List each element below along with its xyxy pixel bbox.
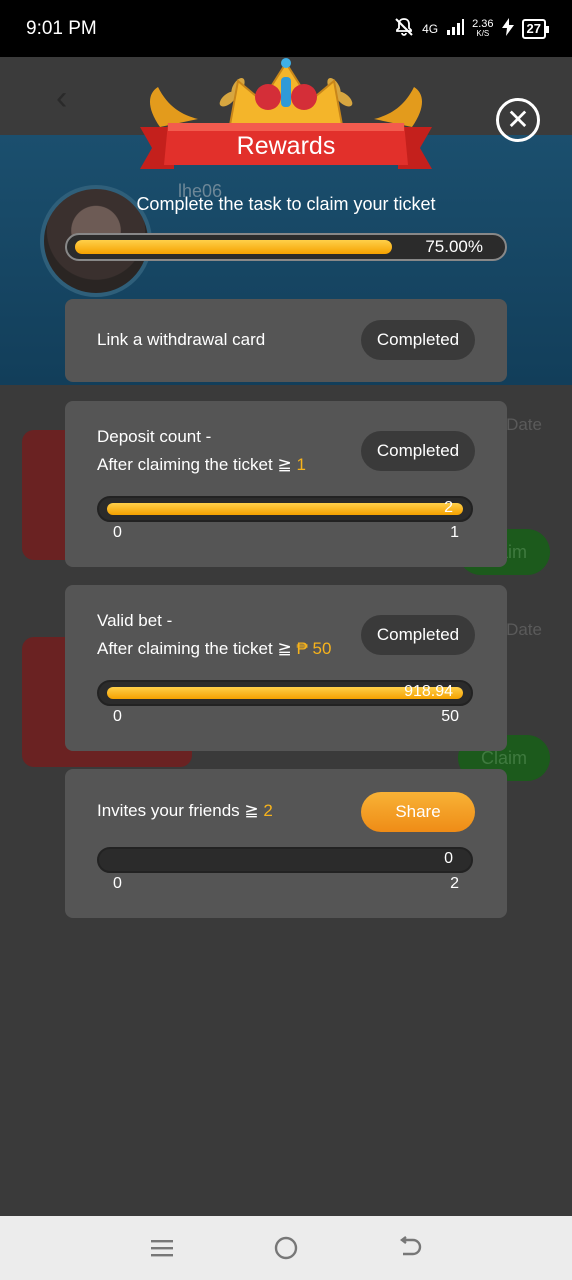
close-icon: ✕ [506, 104, 530, 135]
task-progress-fill [107, 503, 463, 515]
background-date-label: Date [506, 620, 542, 639]
task-progress-bar: 2 [97, 496, 473, 522]
completed-button[interactable]: Completed [361, 431, 475, 471]
status-icons: 4G 2.36 K/S 27 [394, 17, 550, 40]
dnd-bell-icon [394, 17, 414, 40]
overall-progress-text: 75.00% [425, 237, 483, 256]
task-condition: After claiming the ticket ≧ 1 [97, 451, 306, 479]
close-button[interactable]: ✕ [496, 98, 540, 142]
overall-progress-bar: 75.00% [65, 233, 507, 261]
back-icon[interactable]: ‹ [56, 79, 67, 118]
network-speed: 2.36 K/S [472, 17, 494, 39]
task-progress-min: 0 [113, 524, 122, 541]
task-condition-text: After claiming the ticket ≧ [97, 639, 297, 658]
overall-progress-fill [75, 240, 392, 254]
home-icon[interactable] [270, 1232, 302, 1264]
task-progress-max: 50 [441, 708, 459, 725]
task-label: Deposit count - [97, 427, 212, 446]
task-progress-value: 2 [444, 499, 453, 516]
modal-title: Rewards [236, 132, 336, 160]
status-bar: 9:01 PM 4G 2.36 K/S 27 [0, 0, 572, 57]
back-nav-icon[interactable] [394, 1232, 426, 1264]
signal-icon [446, 19, 465, 38]
modal-subtitle: Complete the task to claim your ticket [136, 194, 436, 214]
task-progress-min: 0 [113, 708, 122, 725]
charging-icon [501, 18, 514, 39]
task-card-invite: Invites your friends ≧ 2 Share 0 0 2 [65, 769, 507, 918]
completed-button[interactable]: Completed [361, 615, 475, 655]
task-card-deposit: Deposit count - After claiming the ticke… [65, 401, 507, 567]
share-button[interactable]: Share [361, 792, 475, 832]
battery-icon: 27 [521, 18, 550, 39]
task-condition-text: After claiming the ticket ≧ [97, 455, 297, 474]
task-progress-max: 1 [450, 524, 459, 541]
task-threshold: ₱ 50 [296, 639, 332, 658]
system-nav-bar [0, 1216, 572, 1280]
task-threshold: 2 [263, 801, 273, 820]
task-label: Valid bet - [97, 611, 173, 630]
task-progress-value: 918.94 [404, 683, 453, 700]
completed-button[interactable]: Completed [361, 320, 475, 360]
task-card-valid-bet: Valid bet - After claiming the ticket ≧ … [65, 585, 507, 751]
speed-unit: K/S [476, 28, 490, 38]
task-progress-value: 0 [444, 850, 453, 867]
task-card-withdrawal: Link a withdrawal card Completed [65, 299, 507, 382]
task-progress-min: 0 [113, 875, 122, 892]
background-date-label: Date [506, 415, 542, 434]
menu-icon[interactable] [146, 1232, 178, 1264]
speed-value: 2.36 [472, 17, 494, 30]
task-threshold: 1 [296, 455, 306, 474]
task-label-text: Invites your friends ≧ [97, 801, 264, 820]
network-type: 4G [422, 21, 439, 36]
task-condition: After claiming the ticket ≧ ₱ 50 [97, 635, 331, 663]
task-progress-bar: 0 [97, 847, 473, 873]
task-progress-bar: 918.94 [97, 680, 473, 706]
task-progress-max: 2 [450, 875, 459, 892]
task-label: Invites your friends ≧ 2 [97, 797, 273, 825]
clock: 9:01 PM [26, 17, 97, 39]
task-label: Link a withdrawal card [97, 330, 266, 349]
